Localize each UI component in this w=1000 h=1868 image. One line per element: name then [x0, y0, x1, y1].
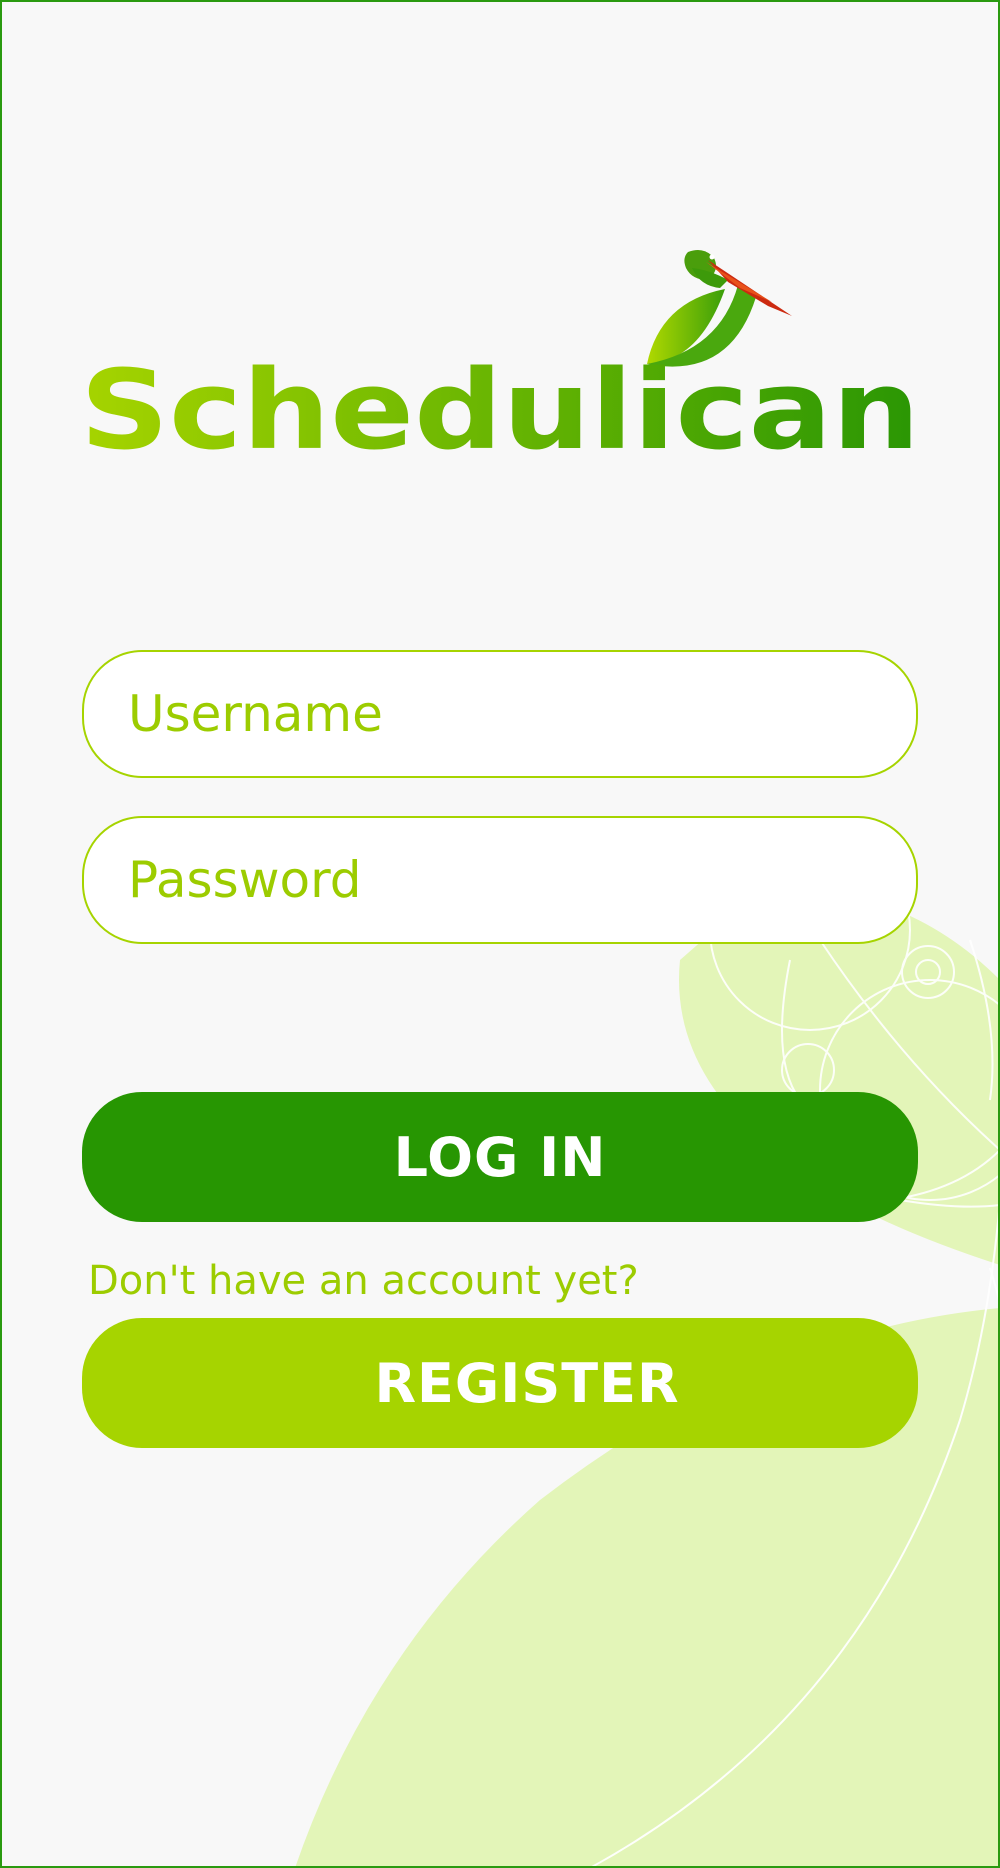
app-name: Schedulican: [80, 346, 920, 460]
register-prompt: Don't have an account yet?: [88, 1258, 639, 1304]
register-button-label: REGISTER: [374, 1351, 680, 1415]
password-input[interactable]: [128, 818, 888, 942]
password-field[interactable]: [82, 816, 918, 944]
register-button[interactable]: REGISTER: [82, 1318, 918, 1448]
login-button[interactable]: LOG IN: [82, 1092, 918, 1222]
app-logo: Schedulican: [80, 250, 920, 460]
username-input[interactable]: [128, 652, 888, 776]
username-field[interactable]: [82, 650, 918, 778]
login-button-label: LOG IN: [393, 1125, 607, 1189]
